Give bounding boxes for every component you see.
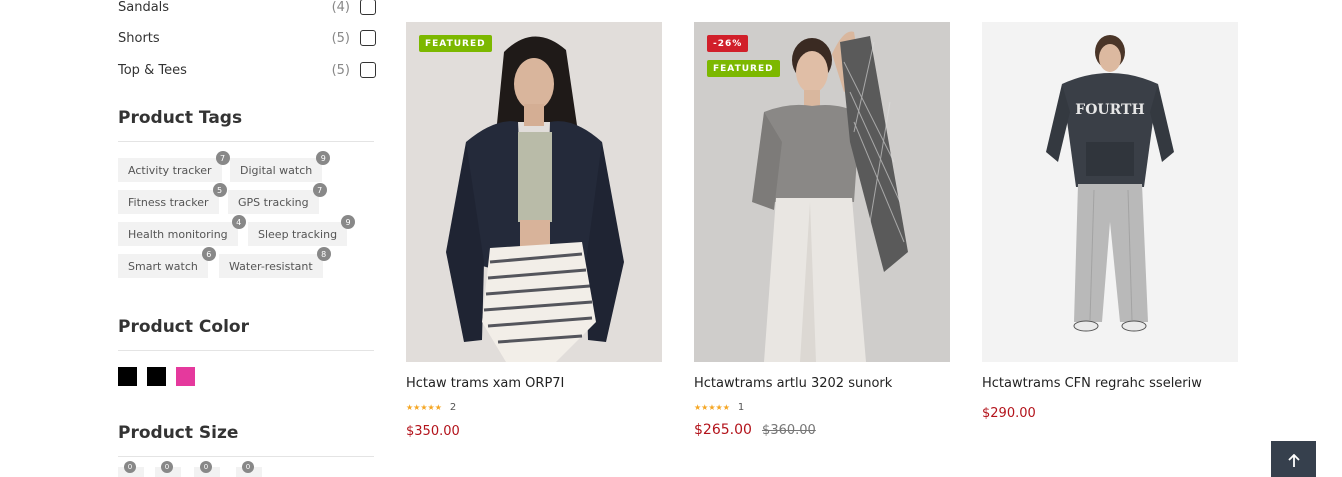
rating-count: 1	[737, 402, 745, 413]
category-count: (5)	[331, 62, 350, 78]
product-rating: ★★★★★ 2	[406, 402, 456, 413]
product-tags-title: Product Tags	[118, 108, 243, 128]
category-checkbox[interactable]	[360, 30, 376, 46]
size-option[interactable]: 0	[194, 461, 220, 477]
tag-label: Health monitoring	[128, 227, 228, 241]
size-count-badge: 0	[124, 461, 136, 473]
tag-gps-tracking[interactable]: GPS tracking 7	[228, 183, 327, 214]
divider	[118, 141, 374, 142]
tag-count-badge: 4	[231, 215, 246, 229]
tag-count-badge: 6	[201, 247, 216, 261]
category-item-sandals[interactable]: Sandals (4)	[118, 0, 376, 17]
tag-activity-tracker[interactable]: Activity tracker 7	[118, 151, 230, 182]
rating-count: 2	[449, 402, 457, 413]
tag-count-badge: 7	[215, 151, 230, 165]
tag-label: GPS tracking	[238, 195, 309, 209]
category-count: (4)	[331, 0, 350, 15]
size-count-badge: 0	[161, 461, 173, 473]
product-image[interactable]: -26% FEATURED	[694, 22, 950, 362]
tag-count-badge: 5	[212, 183, 227, 197]
product-price: $265.00	[694, 422, 752, 438]
divider	[118, 456, 374, 457]
tag-label: Digital watch	[240, 163, 313, 177]
product-size-title: Product Size	[118, 423, 239, 443]
product-old-price: $360.00	[762, 423, 816, 438]
rating-stars-icon: ★★★★★	[694, 403, 730, 412]
product-name[interactable]: Hctaw trams xam ORP7I	[406, 376, 564, 391]
tag-label: Water-resistant	[229, 259, 313, 273]
size-option[interactable]: 0	[118, 461, 144, 477]
tag-digital-watch[interactable]: Digital watch 9	[230, 151, 331, 182]
product-price: $290.00	[982, 406, 1036, 421]
tag-count-badge: 7	[312, 183, 327, 197]
color-swatch-pink[interactable]	[176, 367, 195, 386]
featured-badge: FEATURED	[419, 35, 492, 52]
product-rating: ★★★★★ 1	[694, 402, 744, 413]
tag-sleep-tracking[interactable]: Sleep tracking 9	[248, 215, 356, 246]
divider	[118, 350, 374, 351]
product-photo	[406, 22, 662, 362]
product-image[interactable]: FOURTH	[982, 22, 1238, 362]
category-count: (5)	[331, 30, 350, 46]
tag-count-badge: 8	[316, 247, 331, 261]
category-item-top-tees[interactable]: Top & Tees (5)	[118, 60, 376, 80]
size-count-badge: 0	[242, 461, 254, 473]
tag-count-badge: 9	[341, 215, 356, 229]
tag-count-badge: 9	[316, 151, 331, 165]
tag-label: Fitness tracker	[128, 195, 209, 209]
product-name[interactable]: Hctawtrams artlu 3202 sunork	[694, 376, 892, 391]
product-price: $350.00	[406, 424, 460, 439]
product-price-group: $265.00 $360.00	[694, 422, 816, 438]
category-item-shorts[interactable]: Shorts (5)	[118, 28, 376, 48]
rating-stars-icon: ★★★★★	[406, 403, 442, 412]
product-image[interactable]: FEATURED	[406, 22, 662, 362]
tag-label: Activity tracker	[128, 163, 212, 177]
color-swatch-black[interactable]	[118, 367, 137, 386]
size-count-badge: 0	[200, 461, 212, 473]
back-to-top-button[interactable]	[1271, 441, 1316, 477]
category-checkbox[interactable]	[360, 0, 376, 15]
category-label: Shorts	[118, 30, 160, 46]
size-option[interactable]: 0	[236, 461, 262, 477]
product-photo: FOURTH	[982, 22, 1238, 362]
product-color-title: Product Color	[118, 317, 249, 337]
arrow-up-icon	[1287, 454, 1300, 467]
category-label: Top & Tees	[118, 62, 187, 78]
hoodie-print: FOURTH	[1075, 102, 1144, 118]
size-option[interactable]: 0	[155, 461, 181, 477]
featured-badge: FEATURED	[707, 60, 780, 77]
color-swatch-black[interactable]	[147, 367, 166, 386]
tag-health-monitoring[interactable]: Health monitoring 4	[118, 215, 246, 246]
category-checkbox[interactable]	[360, 62, 376, 78]
sale-badge: -26%	[707, 35, 749, 52]
category-label: Sandals	[118, 0, 170, 15]
tag-fitness-tracker[interactable]: Fitness tracker 5	[118, 183, 227, 214]
tag-label: Smart watch	[128, 259, 198, 273]
product-name[interactable]: Hctawtrams CFN regrahc sseleriw	[982, 376, 1202, 391]
tag-water-resistant[interactable]: Water-resistant 8	[219, 247, 331, 278]
tag-label: Sleep tracking	[258, 227, 338, 241]
tag-smart-watch[interactable]: Smart watch 6	[118, 247, 216, 278]
